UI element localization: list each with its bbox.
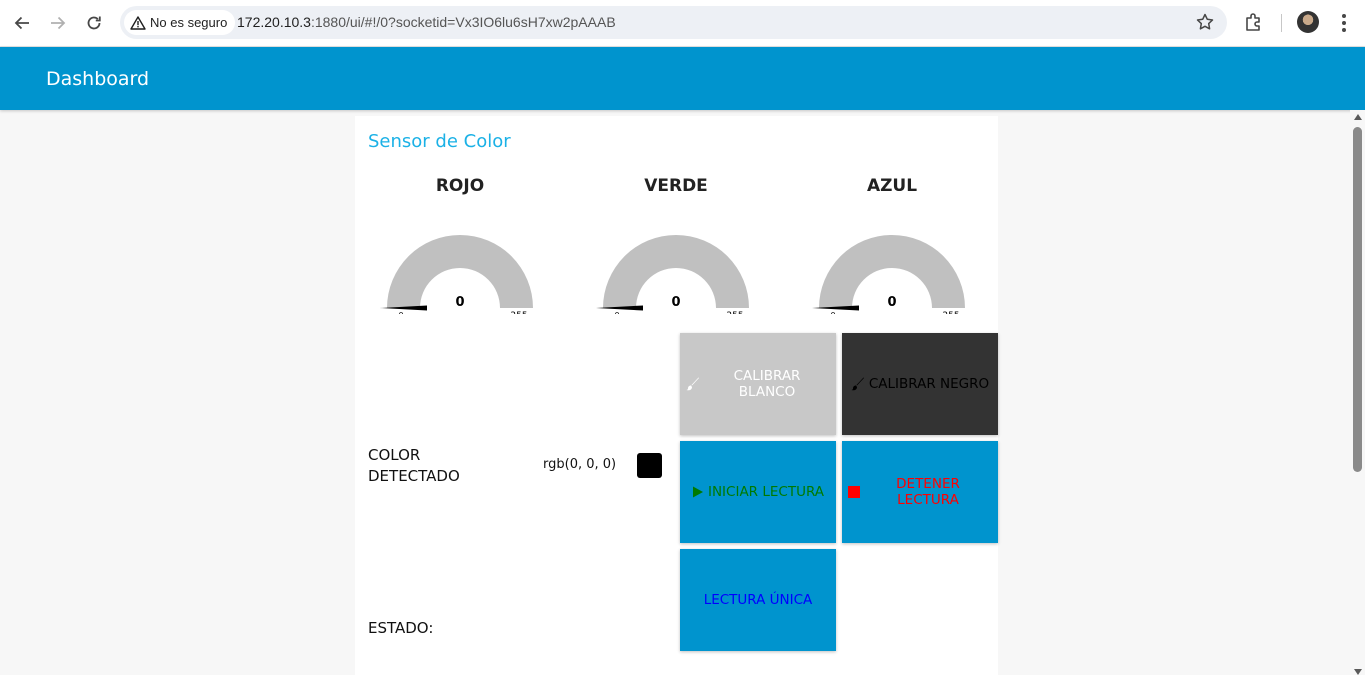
reload-icon — [87, 16, 101, 30]
profile-avatar[interactable] — [1297, 11, 1319, 33]
scroll-up-arrow-icon[interactable] — [1354, 114, 1362, 120]
calibrar-blanco-button[interactable]: CALIBRAR BLANCO — [680, 333, 836, 435]
scroll-thumb[interactable] — [1353, 127, 1362, 472]
url-text[interactable]: 172.20.10.3:1880/ui/#!/0?socketid=Vx3IO6… — [237, 14, 616, 30]
gauge-value: 0 — [887, 295, 896, 310]
gauge-label: AZUL — [866, 176, 918, 196]
gauge-min: 0 — [614, 311, 619, 314]
lectura-unica-button[interactable]: LECTURA ÚNICA — [680, 549, 836, 651]
gauge-max: 255 — [942, 311, 959, 314]
page-title: Dashboard — [46, 68, 150, 90]
security-label: No es seguro — [150, 15, 228, 30]
calibrar-negro-button[interactable]: CALIBRAR NEGRO — [842, 333, 998, 435]
lectura-unica-label: LECTURA ÚNICA — [703, 592, 813, 608]
forward-button[interactable] — [46, 11, 70, 35]
color-detected-label-line1: COLOR — [368, 446, 421, 464]
url-path: :1880/ui/#!/0?socketid=Vx3IO6lu6sH7xw2pA… — [310, 14, 616, 30]
back-button[interactable] — [10, 11, 34, 35]
security-chip[interactable]: No es seguro — [124, 10, 236, 35]
bookmark-star-icon[interactable] — [1195, 12, 1215, 32]
status-label: ESTADO: — [368, 619, 434, 637]
gauge-verde: VERDE 0 0 0 255 — [576, 176, 776, 314]
color-detected-label: COLOR DETECTADO — [368, 445, 460, 487]
gauge-max: 255 — [510, 311, 527, 314]
scrollbar[interactable] — [1350, 110, 1365, 675]
gauge-dial: 0 0 0 255 — [812, 235, 965, 314]
arrow-right-icon — [51, 16, 66, 30]
gauge-dial: 0 0 0 255 — [380, 235, 533, 314]
scroll-down-arrow-icon[interactable] — [1354, 669, 1362, 675]
gauge-dial: 0 0 0 255 — [596, 235, 749, 314]
iniciar-lectura-label: INICIAR LECTURA — [707, 484, 825, 500]
color-detected-value: rgb(0, 0, 0) — [543, 457, 617, 472]
calibrar-negro-label: CALIBRAR NEGRO — [868, 376, 990, 392]
gauge-label: ROJO — [435, 176, 485, 196]
play-icon — [692, 486, 704, 498]
url-host: 172.20.10.3 — [237, 14, 311, 30]
extensions-icon[interactable] — [1243, 11, 1265, 33]
color-detected-label-line2: DETECTADO — [368, 467, 460, 485]
gauge-max: 255 — [726, 311, 743, 314]
warning-icon — [130, 15, 146, 30]
arrow-left-icon — [14, 16, 29, 30]
detener-lectura-button[interactable]: DETENER LECTURA — [842, 441, 998, 543]
brush-icon — [851, 377, 865, 391]
gauge-min: 0 — [830, 311, 835, 314]
browser-menu-icon[interactable] — [1335, 11, 1353, 35]
reload-button[interactable] — [82, 11, 106, 35]
gauge-value: 0 — [671, 295, 680, 310]
gauge-label: VERDE — [644, 176, 708, 196]
color-swatch — [637, 453, 662, 478]
detener-lectura-label: DETENER LECTURA — [896, 476, 960, 508]
group-title: Sensor de Color — [368, 131, 511, 152]
gauge-value: 0 — [455, 295, 464, 310]
toolbar-divider — [1281, 14, 1282, 32]
gauge-min: 0 — [398, 311, 403, 314]
address-bar[interactable]: No es seguro 172.20.10.3:1880/ui/#!/0?so… — [120, 6, 1227, 39]
sensor-group-card: Sensor de Color ROJO 0 0 0 255 VERDE 0 0… — [355, 116, 998, 675]
calibrar-blanco-label: CALIBRAR BLANCO — [733, 368, 801, 400]
dashboard-header: Dashboard — [0, 47, 1365, 110]
brush-icon — [686, 377, 700, 391]
stop-icon — [848, 486, 860, 498]
iniciar-lectura-button[interactable]: INICIAR LECTURA — [680, 441, 836, 543]
gauge-rojo: ROJO 0 0 0 255 — [360, 176, 560, 314]
browser-toolbar: No es seguro 172.20.10.3:1880/ui/#!/0?so… — [0, 0, 1365, 47]
gauge-azul: AZUL 0 0 0 255 — [792, 176, 992, 314]
